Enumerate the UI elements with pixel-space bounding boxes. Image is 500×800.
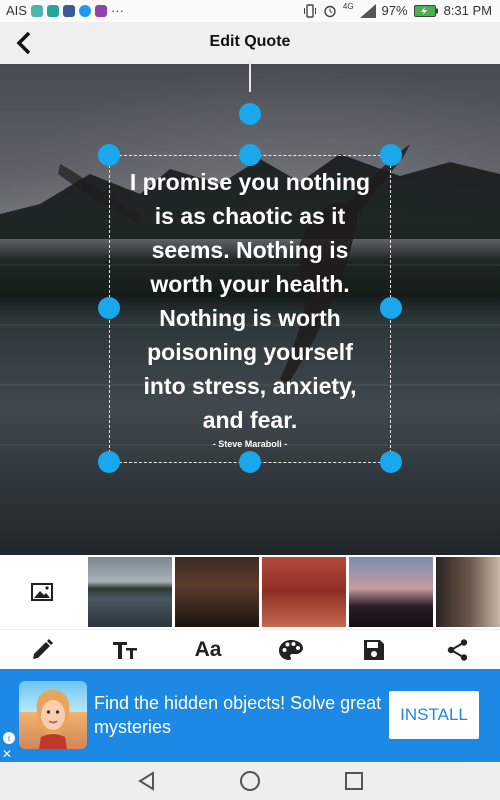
background-thumbnail-track[interactable] [262, 557, 346, 627]
quote-line: seems. Nothing is [151, 237, 349, 263]
floppy-save-icon [364, 640, 384, 660]
rotate-handle[interactable] [239, 103, 261, 125]
font-icon: Aa [194, 638, 222, 661]
background-picker [0, 555, 500, 629]
palette-icon [279, 640, 303, 660]
text-size-button[interactable] [105, 634, 145, 666]
resize-handle-bottom[interactable] [239, 451, 261, 473]
nav-home-button[interactable] [235, 768, 265, 794]
nav-back-button[interactable] [132, 768, 162, 794]
color-palette-button[interactable] [271, 634, 311, 666]
quote-line: I promise you nothing [129, 169, 371, 195]
more-notifications-icon: ··· [110, 3, 124, 18]
background-thumbnail-sunset-hill[interactable] [349, 557, 433, 627]
quote-line: Nothing is worth [159, 305, 341, 331]
chat-notification-icon [46, 4, 59, 17]
save-button[interactable] [354, 634, 394, 666]
nav-recents-button[interactable] [339, 768, 369, 794]
ad-banner[interactable]: Find the hidden objects! Solve great mys… [0, 669, 500, 762]
ad-headline: Find the hidden objects! Solve great mys… [94, 693, 382, 737]
quote-line: poisoning yourself [147, 339, 353, 365]
resize-handle-bottom-right[interactable] [380, 451, 402, 473]
background-thumbnail-couple[interactable] [175, 557, 259, 627]
ad-close-icon[interactable]: ✕ [2, 747, 12, 761]
system-navigation-bar [0, 762, 500, 800]
app-notification-icon [94, 4, 107, 17]
ad-game-image [19, 681, 87, 749]
resize-handle-top[interactable] [239, 144, 261, 166]
text-size-icon [113, 642, 137, 659]
facebook-icon [62, 4, 75, 17]
background-thumbnail-jumping-person[interactable] [88, 557, 172, 627]
pencil-icon [33, 639, 53, 659]
editing-toolbar: Aa [0, 629, 500, 670]
install-button[interactable]: INSTALL [389, 691, 479, 739]
resize-handle-top-left[interactable] [98, 144, 120, 166]
alarm-icon [324, 5, 336, 17]
quote-line: into stress, anxiety, [143, 373, 357, 399]
page-title: Edit Quote [209, 33, 291, 50]
triangle-back-icon [138, 771, 154, 791]
share-icon [447, 639, 468, 661]
ad-info-icon[interactable]: i [2, 731, 16, 745]
gallery-button[interactable] [0, 555, 84, 629]
quote-line: is as chaotic as it [154, 203, 346, 229]
edit-text-button[interactable] [22, 634, 62, 666]
quote-line: worth your health. [150, 271, 350, 297]
share-button[interactable] [438, 634, 478, 666]
battery-charging-icon [413, 4, 438, 17]
carrier-label: AIS [6, 3, 27, 18]
square-recents-icon [345, 772, 363, 790]
battery-percent: 97% [381, 3, 408, 18]
quote-author: - Steve Maraboli - [212, 439, 288, 449]
app-bar: Edit Quote [0, 22, 500, 65]
rotate-handle-line [249, 60, 251, 92]
circle-home-icon [240, 771, 260, 791]
status-bar: AIS ··· 4G 97% 8:31 PM [0, 0, 500, 22]
network-type: 4G [342, 2, 354, 11]
messenger-icon [78, 4, 91, 17]
image-icon [31, 583, 53, 601]
resize-handle-bottom-left[interactable] [98, 451, 120, 473]
vibrate-icon [303, 3, 316, 18]
notification-icon [30, 4, 43, 17]
resize-handle-left[interactable] [98, 297, 120, 319]
resize-handle-top-right[interactable] [380, 144, 402, 166]
signal-icon [359, 3, 376, 18]
clock: 8:31 PM [443, 3, 492, 18]
quote-text[interactable]: I promise you nothing is as chaotic as i… [120, 165, 380, 437]
resize-handle-right[interactable] [380, 297, 402, 319]
font-button[interactable]: Aa [188, 634, 228, 666]
background-thumbnail-old-man[interactable] [436, 557, 500, 627]
quote-line: and fear. [202, 407, 298, 433]
